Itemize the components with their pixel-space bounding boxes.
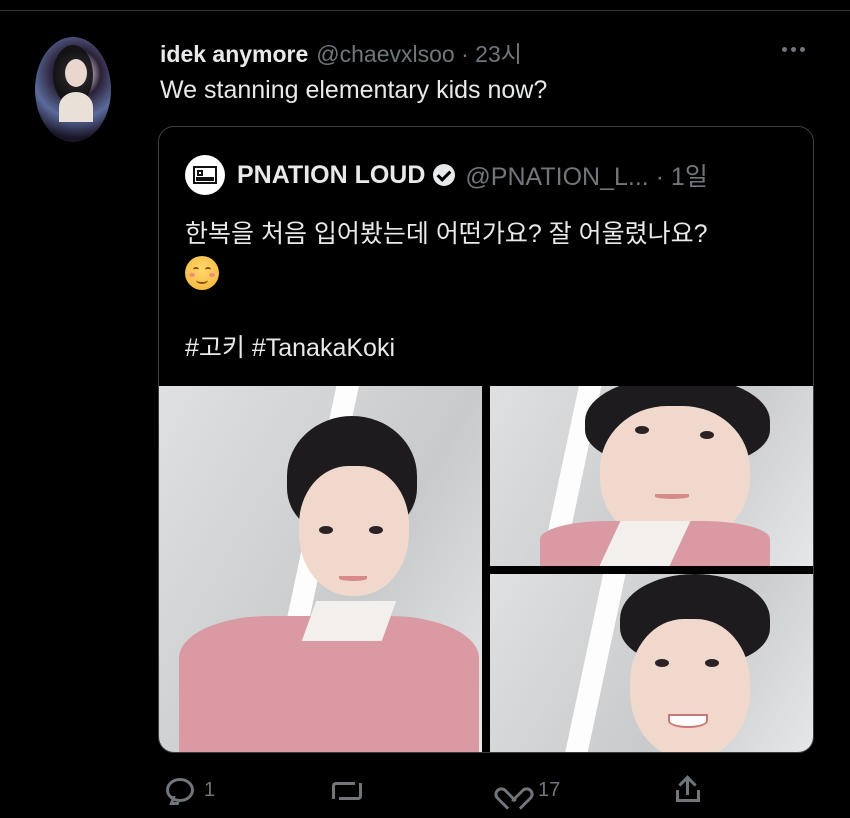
tweet-header: idek anymore @chaevxlsoo · 23시	[160, 35, 522, 68]
author-name[interactable]: idek anymore	[160, 41, 308, 68]
tweet-text: We stanning elementary kids now?	[160, 76, 548, 104]
author-avatar[interactable]	[35, 37, 111, 142]
photo-1[interactable]	[159, 386, 482, 752]
quoted-tweet-text: 한복을 처음 입어봤는데 어떤가요? 잘 어울렸나요? #고키 #TanakaK…	[185, 215, 708, 367]
reply-button[interactable]: 1	[166, 770, 215, 810]
share-icon	[674, 775, 702, 804]
reply-icon	[166, 778, 194, 802]
top-divider	[0, 10, 850, 11]
photo-2[interactable]	[490, 386, 813, 566]
like-button[interactable]: 17	[500, 770, 560, 810]
avatar-face	[65, 59, 87, 87]
smiling-face-emoji-icon	[185, 256, 219, 291]
heart-icon	[500, 777, 528, 803]
share-button[interactable]	[674, 770, 702, 810]
quoted-hashtags[interactable]: #고키 #TanakaKoki	[185, 334, 395, 362]
quoted-author-name[interactable]: PNATION LOUD	[237, 161, 425, 190]
quoted-tweet[interactable]: PNATION LOUD @PNATION_L... · 1일 한복을 처음 입…	[158, 126, 814, 753]
author-handle-time[interactable]: @chaevxlsoo · 23시	[316, 35, 522, 69]
like-count: 17	[538, 778, 561, 801]
quoted-tweet-header: PNATION LOUD @PNATION_L... · 1일	[185, 155, 708, 195]
retweet-icon	[330, 778, 364, 802]
more-options-icon[interactable]	[775, 34, 811, 64]
retweet-button[interactable]	[330, 770, 374, 810]
reply-count: 1	[204, 778, 216, 801]
pnation-logo-icon	[193, 166, 217, 184]
pnation-logo-avatar[interactable]	[185, 155, 225, 195]
verified-badge-icon	[433, 164, 456, 186]
photo-3[interactable]	[490, 574, 813, 752]
quoted-author-handle-time[interactable]: @PNATION_L... · 1일	[465, 157, 707, 193]
quoted-text-line: 한복을 처음 입어봤는데 어떤가요? 잘 어울렸나요?	[185, 220, 708, 248]
tweet-actions: 1 17	[158, 770, 718, 810]
photo-grid	[159, 386, 813, 752]
avatar-shoulder	[59, 92, 93, 122]
